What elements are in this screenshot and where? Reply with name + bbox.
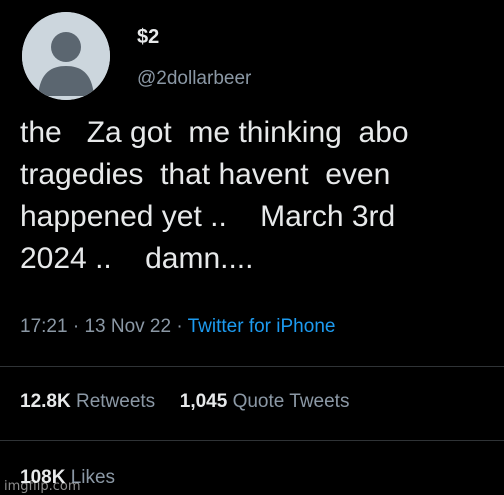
tweet-metadata: 17:21 · 13 Nov 22 · Twitter for iPhone	[20, 316, 335, 338]
divider	[0, 366, 504, 367]
retweets-label: Retweets	[75, 391, 156, 412]
divider	[0, 440, 504, 441]
default-profile-silhouette-icon	[22, 12, 110, 100]
retweets-stat[interactable]: 12.8K Retweets	[20, 391, 155, 412]
tweet-text-line: happened yet .. March 3rd	[20, 200, 396, 233]
retweets-count: 12.8K	[20, 391, 71, 412]
tweet-text-line: tragedies that havent even	[20, 158, 391, 191]
tweet-time[interactable]: 17:21	[20, 316, 68, 337]
tweet-text-line: the Za got me thinking abo	[20, 116, 409, 149]
meta-separator: ·	[171, 316, 188, 337]
engagement-stats: 12.8K Retweets 1,045 Quote Tweets	[20, 391, 349, 413]
avatar[interactable]	[22, 12, 110, 100]
tweet-date[interactable]: 13 Nov 22	[84, 316, 171, 337]
display-name[interactable]: $2	[137, 26, 159, 49]
user-handle[interactable]: @2dollarbeer	[137, 68, 251, 90]
tweet-text: the Za got me thinking abo tragedies tha…	[20, 112, 504, 280]
quote-tweets-stat[interactable]: 1,045 Quote Tweets	[180, 391, 350, 412]
quote-tweets-label: Quote Tweets	[232, 391, 350, 412]
quote-tweets-count: 1,045	[179, 391, 228, 412]
tweet-source-link[interactable]: Twitter for iPhone	[188, 316, 336, 337]
tweet-card: $2 @2dollarbeer the Za got me thinking a…	[0, 0, 504, 495]
imgflip-watermark: imgflip.com	[4, 479, 81, 494]
meta-separator: ·	[67, 316, 85, 337]
tweet-text-line: 2024 .. damn....	[20, 242, 254, 275]
